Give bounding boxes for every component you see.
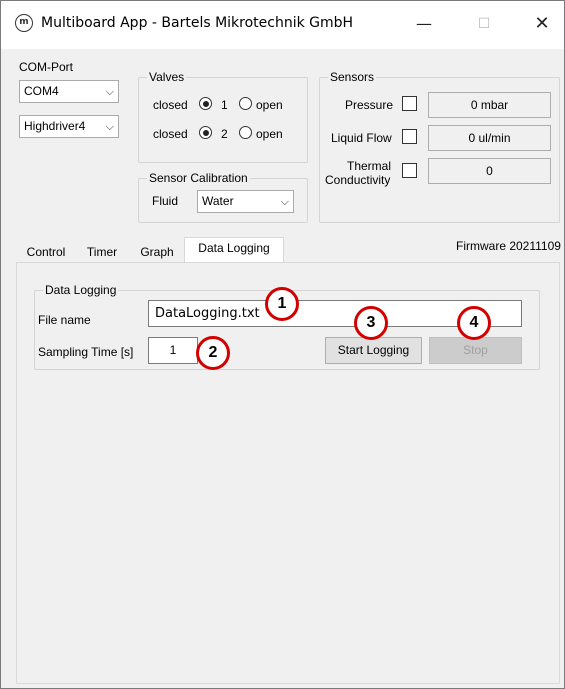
valves-group-title: Valves — [147, 70, 187, 84]
pressure-readout: 0 mbar — [428, 92, 551, 118]
minimize-button[interactable]: — — [401, 9, 447, 41]
stop-button[interactable]: Stop — [429, 337, 522, 364]
valve-2-closed-radio[interactable] — [199, 126, 212, 139]
com-port-label: COM-Port — [19, 60, 73, 74]
fluid-value: Water — [202, 194, 234, 208]
liquid-flow-label: Liquid Flow — [331, 131, 392, 145]
valves-group: Valves — [138, 70, 308, 163]
valve-2-number: 2 — [221, 127, 228, 141]
tab-data-logging[interactable]: Data Logging — [184, 237, 284, 263]
valve-1-number: 1 — [221, 98, 228, 112]
driver-select[interactable]: Highdriver4 ⌵ — [19, 115, 119, 138]
tab-timer[interactable]: Timer — [81, 241, 123, 263]
chevron-down-icon: ⌵ — [105, 120, 114, 133]
start-logging-button[interactable]: Start Logging — [325, 337, 422, 364]
close-button[interactable]: ✕ — [519, 9, 565, 41]
com-port-select[interactable]: COM4 ⌵ — [19, 80, 119, 103]
pressure-label: Pressure — [345, 98, 394, 112]
thermal-conductivity-checkbox[interactable] — [402, 163, 417, 178]
thermal-conductivity-readout: 0 — [428, 158, 551, 184]
com-port-value: COM4 — [24, 84, 59, 98]
liquid-flow-readout: 0 ul/min — [428, 125, 551, 151]
valve-1-closed-label: closed — [153, 98, 188, 112]
firmware-label: Firmware 20211109 — [456, 239, 561, 253]
valve-1-closed-radio[interactable] — [199, 97, 212, 110]
data-logging-group-title: Data Logging — [43, 283, 119, 297]
callout-2: 2 — [196, 336, 230, 370]
tab-control[interactable]: Control — [21, 241, 71, 263]
driver-value: Highdriver4 — [24, 119, 86, 133]
fluid-select[interactable]: Water ⌵ — [197, 190, 294, 213]
sensors-group-title: Sensors — [328, 70, 377, 84]
chevron-down-icon: ⌵ — [105, 85, 114, 98]
callout-1: 1 — [265, 287, 299, 321]
fluid-label: Fluid — [152, 194, 179, 208]
conductivity-label: Conductivity — [325, 173, 391, 187]
valve-2-open-label: open — [256, 127, 283, 141]
thermal-label: Thermal — [347, 159, 392, 173]
tab-graph[interactable]: Graph — [134, 241, 180, 263]
valve-2-closed-label: closed — [153, 127, 188, 141]
sampling-time-label: Sampling Time [s] — [38, 345, 134, 359]
valve-2-open-radio[interactable] — [239, 126, 252, 139]
valve-1-open-label: open — [256, 98, 283, 112]
callout-4: 4 — [457, 306, 491, 340]
window-title: Multiboard App - Bartels Mikrotechnik Gm… — [41, 15, 354, 31]
pressure-checkbox[interactable] — [402, 96, 417, 111]
file-name-label: File name — [38, 313, 91, 327]
valve-1-open-radio[interactable] — [239, 97, 252, 110]
liquid-flow-checkbox[interactable] — [402, 129, 417, 144]
sampling-time-input[interactable]: 1 — [148, 337, 198, 364]
callout-3: 3 — [354, 306, 388, 340]
app-logo-icon: m — [15, 14, 33, 32]
title-bar[interactable]: m Multiboard App - Bartels Mikrotechnik … — [1, 1, 564, 49]
sensor-calibration-title: Sensor Calibration — [147, 171, 250, 185]
app-window: m Multiboard App - Bartels Mikrotechnik … — [0, 0, 565, 689]
chevron-down-icon: ⌵ — [280, 195, 289, 208]
maximize-button[interactable]: ☐ — [461, 9, 507, 41]
